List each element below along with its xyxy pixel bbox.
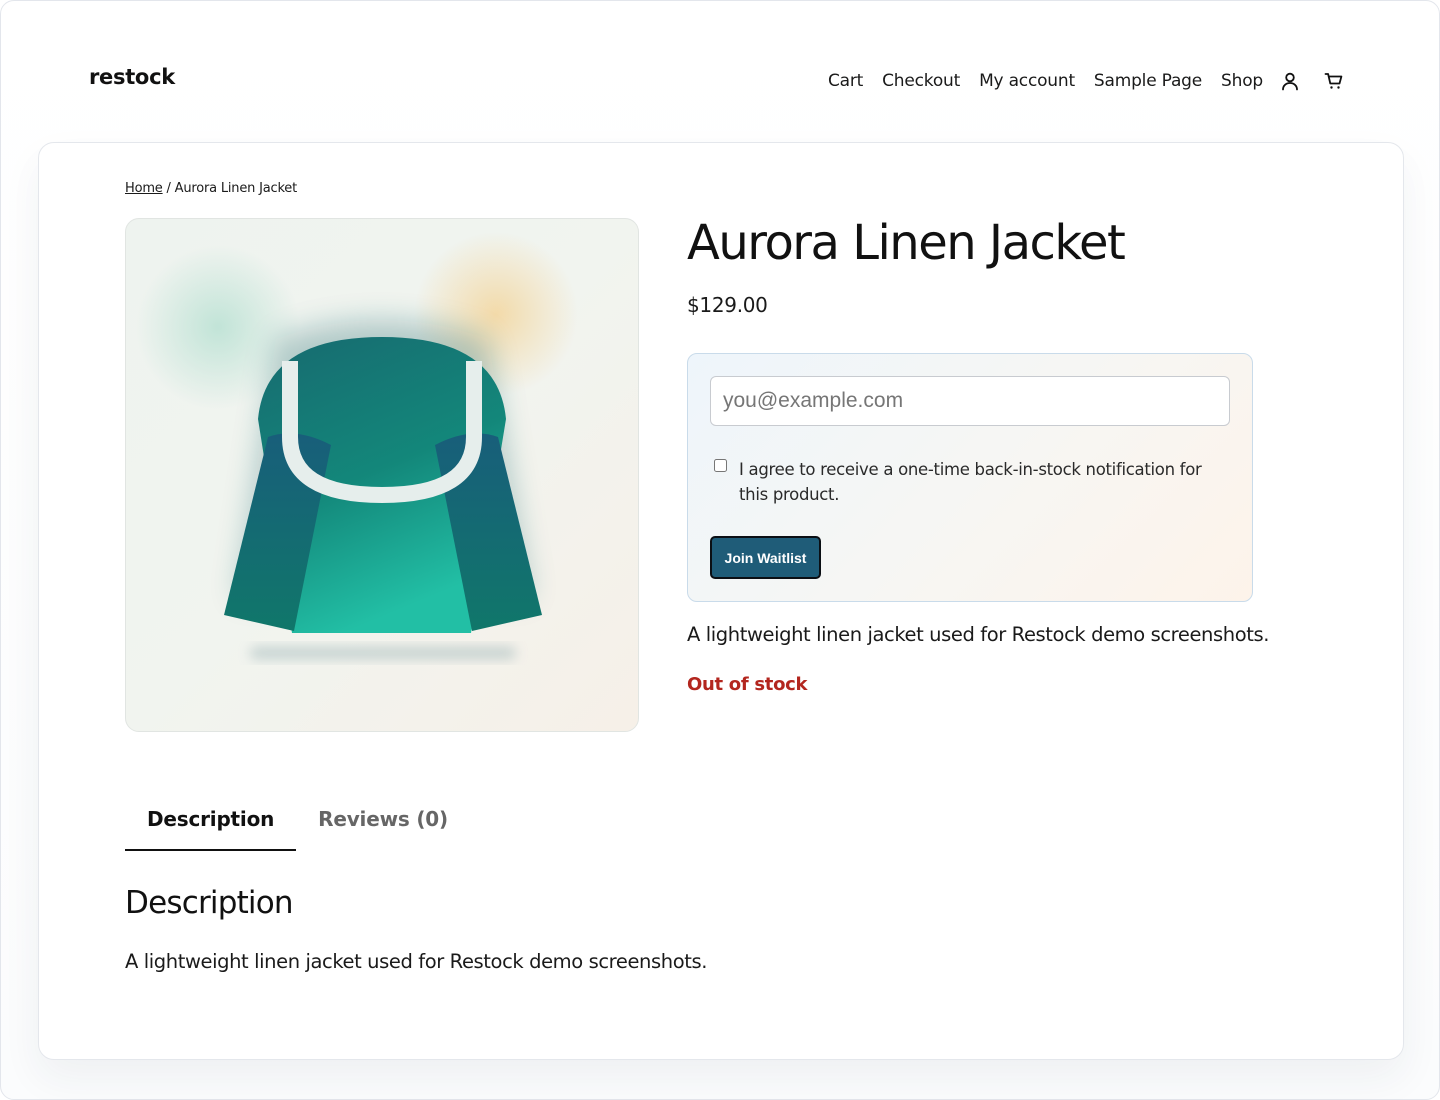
breadcrumb-current: Aurora Linen Jacket xyxy=(174,181,298,196)
breadcrumb-home-link[interactable]: Home xyxy=(125,181,163,196)
site-header: restock Cart Checkout My account Sample … xyxy=(1,1,1440,141)
nav-item-checkout[interactable]: Checkout xyxy=(882,71,960,91)
product-tabs: Description Reviews (0) xyxy=(125,799,470,851)
consent-checkbox[interactable] xyxy=(714,459,727,472)
product-price: $129.00 xyxy=(687,293,768,317)
product-card: Home / Aurora Linen Jacket Aurora Linen … xyxy=(38,142,1404,1060)
nav-item-cart[interactable]: Cart xyxy=(828,71,863,91)
short-description: A lightweight linen jacket used for Rest… xyxy=(687,623,1270,646)
product-title: Aurora Linen Jacket xyxy=(687,215,1126,271)
breadcrumb-separator: / xyxy=(162,181,175,196)
tab-reviews[interactable]: Reviews (0) xyxy=(296,799,470,851)
user-icon[interactable] xyxy=(1279,70,1301,92)
tab-description[interactable]: Description xyxy=(125,799,297,851)
description-body: A lightweight linen jacket used for Rest… xyxy=(125,950,708,973)
jacket-illustration xyxy=(136,232,578,659)
site-logo[interactable]: restock xyxy=(89,65,175,89)
breadcrumb: Home / Aurora Linen Jacket xyxy=(125,181,297,196)
nav-item-sample-page[interactable]: Sample Page xyxy=(1094,71,1202,91)
main-nav: Cart Checkout My account Sample Page Sho… xyxy=(809,67,1345,95)
waitlist-form: I agree to receive a one-time back-in-st… xyxy=(687,353,1253,602)
stock-status: Out of stock xyxy=(687,674,808,695)
consent-label: I agree to receive a one-time back-in-st… xyxy=(739,460,1202,504)
browser-frame: restock Cart Checkout My account Sample … xyxy=(0,0,1440,1100)
join-waitlist-button[interactable]: Join Waitlist xyxy=(710,536,821,579)
cart-icon[interactable] xyxy=(1323,70,1345,92)
nav-item-shop[interactable]: Shop xyxy=(1221,71,1263,91)
product-image[interactable] xyxy=(125,218,639,732)
description-heading: Description xyxy=(125,885,294,921)
email-field[interactable] xyxy=(710,376,1230,426)
nav-item-my-account[interactable]: My account xyxy=(979,71,1075,91)
